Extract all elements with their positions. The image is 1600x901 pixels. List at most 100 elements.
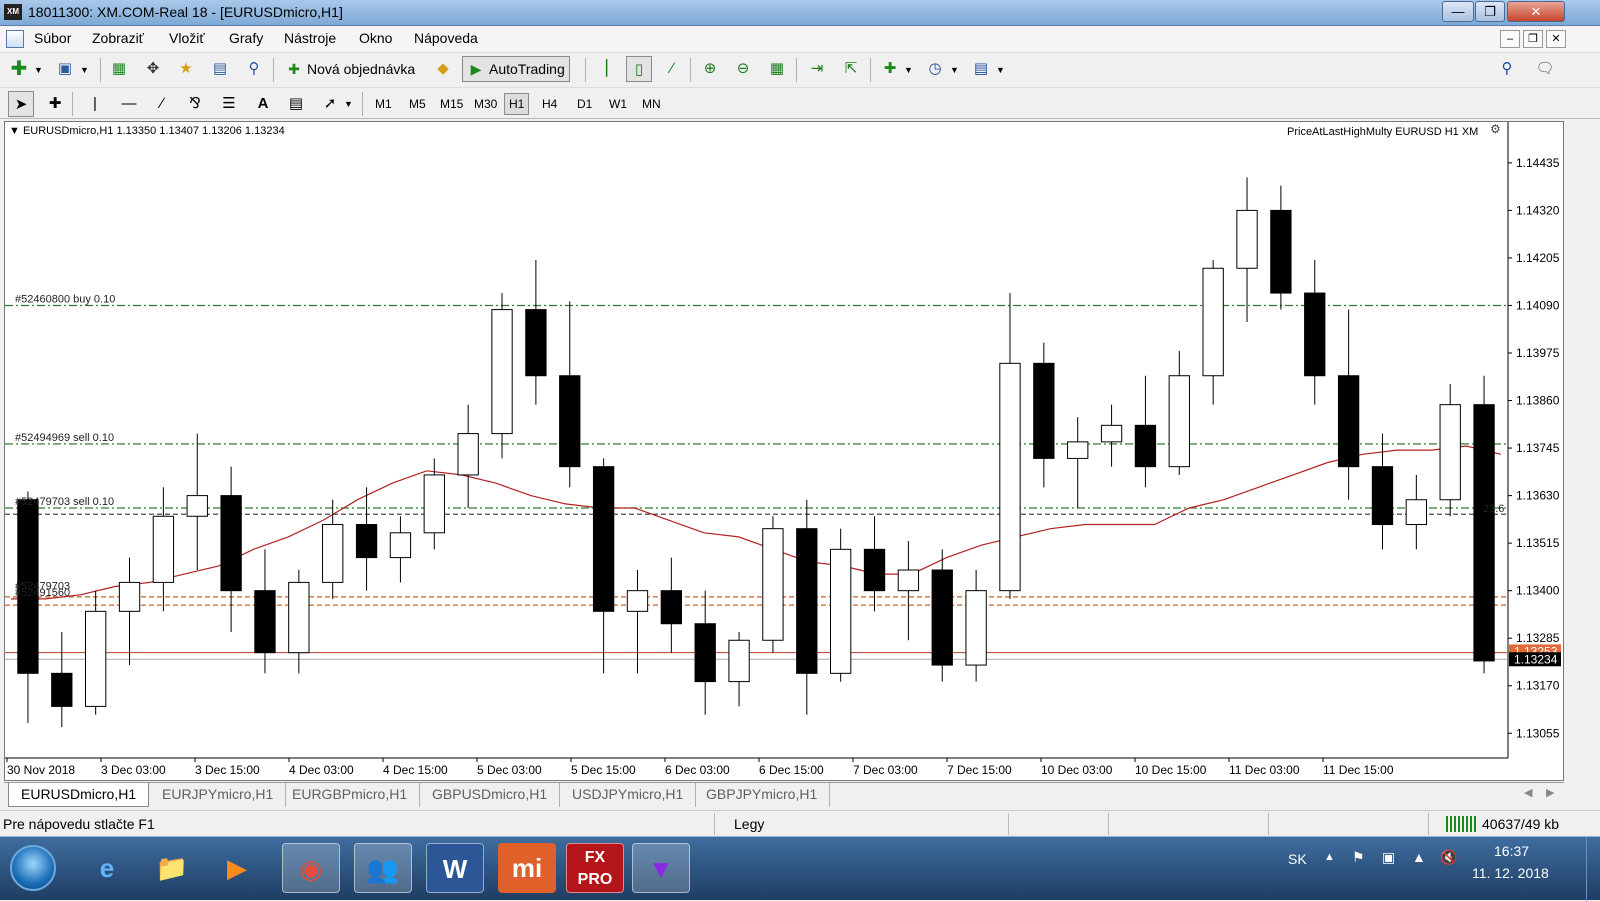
y-tick-label: 1.13975 [1516, 346, 1560, 360]
tab-eurjpy[interactable]: EURJPYmicro,H1 [150, 783, 287, 807]
timeframe-m1[interactable]: M1 [370, 93, 397, 115]
tab-eurusd[interactable]: EURUSDmicro,H1 [8, 783, 150, 807]
new-chart-icon[interactable]: ✚ [6, 56, 32, 82]
vertical-line-icon[interactable]: | [82, 91, 108, 117]
file-explorer-icon[interactable]: 📁 [143, 843, 201, 893]
network-signal-icon[interactable]: ▲ [1412, 849, 1426, 865]
tab-eurgbp[interactable]: EURGBPmicro,H1 [280, 783, 421, 807]
menu-file[interactable]: Súbor [34, 30, 71, 46]
profiles-dropdown-icon[interactable]: ▼ [80, 65, 89, 75]
status-profile: Legy [734, 816, 765, 832]
cursor-icon[interactable]: ➤ [8, 91, 34, 117]
zoom-in-icon[interactable]: ⊕ [697, 56, 723, 82]
timeframe-m5[interactable]: M5 [404, 93, 431, 115]
navigator-icon[interactable]: ★ [173, 56, 199, 82]
connection-status-icon[interactable] [1446, 816, 1476, 832]
chart-shift-icon[interactable]: ⇥ [804, 56, 830, 82]
menu-tools[interactable]: Nástroje [284, 30, 336, 46]
chart-window-icon[interactable] [6, 30, 24, 48]
equidistant-channel-icon[interactable]: ⅋ [182, 91, 208, 117]
mdi-restore-button[interactable]: ❐ [1523, 30, 1543, 48]
media-player-icon[interactable]: ▶ [208, 843, 266, 893]
candle [1236, 177, 1258, 322]
tile-windows-icon[interactable]: ▦ [764, 56, 790, 82]
trading-terminal-icon[interactable]: ▼ [632, 843, 690, 893]
market-watch-icon[interactable]: ▦ [106, 56, 132, 82]
templates-dropdown-icon[interactable]: ▼ [996, 65, 1005, 75]
fibonacci-icon[interactable]: ☰ [216, 91, 242, 117]
arrows-icon[interactable]: ➚ [317, 91, 343, 117]
tray-expand-icon[interactable]: ▲ [1324, 851, 1335, 863]
volume-muted-icon[interactable]: 🔇 [1440, 849, 1457, 866]
data-window-icon[interactable]: ✥ [140, 56, 166, 82]
profiles-icon[interactable]: ▣ [52, 56, 78, 82]
terminal-icon[interactable]: ▤ [207, 56, 233, 82]
clock-time[interactable]: 16:37 [1494, 843, 1529, 859]
menu-view[interactable]: Zobraziť [92, 30, 144, 46]
menu-help[interactable]: Nápoveda [414, 30, 478, 46]
timeframe-d1[interactable]: D1 [572, 93, 597, 115]
autoscroll-icon[interactable]: ⇱ [838, 56, 864, 82]
periods-dropdown-icon[interactable]: ▼ [950, 65, 959, 75]
indicators-dropdown-icon[interactable]: ▼ [904, 65, 913, 75]
menu-window[interactable]: Okno [359, 30, 392, 46]
price-chart[interactable]: 1.14435 1.14320 1.14205 1.14090 1.13975 1.138… [5, 122, 1563, 780]
tab-scroll-left-icon[interactable]: ◀ [1524, 786, 1532, 799]
trendline-icon[interactable]: ∕ [149, 91, 175, 117]
language-indicator[interactable]: SK [1288, 851, 1307, 867]
line-chart-icon[interactable]: ∕ [659, 56, 685, 82]
show-desktop-button[interactable] [1586, 837, 1600, 901]
timeframe-h4[interactable]: H4 [537, 93, 562, 115]
autotrading-button[interactable]: ▶ AutoTrading [462, 56, 570, 82]
timeframe-m30[interactable]: M30 [469, 93, 502, 115]
zoom-out-icon[interactable]: ⊖ [730, 56, 756, 82]
maximize-button[interactable]: ❐ [1475, 1, 1505, 22]
menu-insert[interactable]: Vložiť [169, 30, 205, 46]
one-click-trading-icon[interactable]: ⚙ [1490, 122, 1501, 136]
candle [85, 590, 107, 715]
strategy-tester-icon[interactable]: ⚲ [241, 56, 267, 82]
clock-date[interactable]: 11. 12. 2018 [1472, 865, 1549, 881]
chat-icon[interactable]: 🗨 [1532, 56, 1558, 82]
horizontal-line-icon[interactable]: — [116, 91, 142, 117]
templates-icon[interactable]: ▤ [968, 56, 994, 82]
new-order-button[interactable]: ✚ Nová objednávka [280, 56, 420, 82]
indicators-icon[interactable]: ✚ [877, 56, 903, 82]
text-label-icon[interactable]: ▤ [283, 91, 309, 117]
text-icon[interactable]: A [250, 91, 276, 117]
timeframe-mn[interactable]: MN [637, 93, 666, 115]
start-button[interactable] [10, 845, 56, 891]
arrows-dropdown-icon[interactable]: ▼ [344, 99, 353, 109]
candle [762, 516, 784, 653]
tab-scroll-right-icon[interactable]: ▶ [1546, 786, 1554, 799]
chart-window[interactable]: 1.14435 1.14320 1.14205 1.14090 1.13975 1.138… [4, 121, 1564, 781]
new-chart-dropdown-icon[interactable]: ▼ [34, 65, 43, 75]
mdi-minimize-button[interactable]: – [1500, 30, 1520, 48]
crosshair-icon[interactable]: ✚ [42, 91, 68, 117]
timeframe-h1[interactable]: H1 [504, 93, 530, 115]
chrome-icon[interactable]: ◉ [282, 843, 340, 893]
tab-gbpjpy[interactable]: GBPJPYmicro,H1 [694, 783, 831, 807]
tab-gbpusd[interactable]: GBPUSDmicro,H1 [420, 783, 561, 807]
x-tick-label: 3 Dec 03:00 [101, 763, 166, 777]
close-button[interactable]: ✕ [1507, 1, 1565, 22]
network-app-icon[interactable]: 👥 [354, 843, 412, 893]
search-icon[interactable]: ⚲ [1494, 56, 1520, 82]
fxpro-icon[interactable]: FX PRO [566, 843, 624, 893]
bar-chart-icon[interactable]: ⎥ [592, 56, 618, 82]
x-tick-label: 10 Dec 15:00 [1135, 763, 1207, 777]
internet-explorer-icon[interactable]: e [78, 843, 136, 893]
timeframe-w1[interactable]: W1 [604, 93, 632, 115]
menu-charts[interactable]: Grafy [229, 30, 263, 46]
timeframe-m15[interactable]: M15 [435, 93, 468, 115]
device-icon[interactable]: ▣ [1382, 849, 1395, 866]
mdi-close-button[interactable]: ✕ [1546, 30, 1566, 48]
metaeditor-icon[interactable]: ◆ [430, 56, 456, 82]
minimize-button[interactable]: — [1442, 1, 1474, 22]
candlestick-chart-icon[interactable]: ▯ [626, 56, 652, 82]
word-icon[interactable]: W [426, 843, 484, 893]
periods-icon[interactable]: ◷ [922, 56, 948, 82]
tab-usdjpy[interactable]: USDJPYmicro,H1 [560, 783, 697, 807]
action-center-flag-icon[interactable]: ⚑ [1352, 849, 1365, 866]
mi-app-icon[interactable]: mi [498, 843, 556, 893]
